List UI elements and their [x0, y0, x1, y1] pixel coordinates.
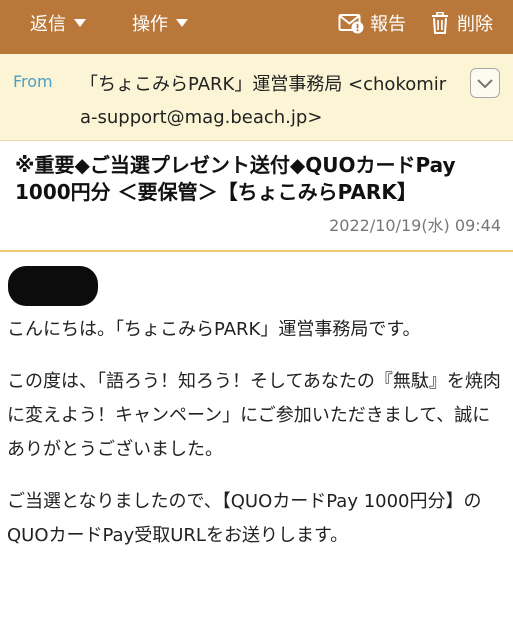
action-label: 操作 [132, 14, 168, 35]
body-paragraph: ご当選となりましたので、【QUOカードPay 1000円分】のQUOカードPay… [7, 491, 482, 546]
delete-button[interactable]: 削除 [431, 0, 493, 46]
expand-chevron-icon [477, 74, 493, 93]
from-header: From 「ちょこみらPARK」運営事務局 <chokomira-support… [0, 54, 513, 141]
chevron-down-icon [175, 18, 189, 28]
redacted-recipient-name [8, 266, 98, 306]
from-label: From [13, 72, 53, 91]
message-subject: ※重要◆ご当選プレゼント送付◆QUOカードPay 1000円分 ＜要保管＞【ちょ… [15, 153, 456, 204]
toolbar: 返信 操作 報告 削除 [0, 0, 513, 54]
chevron-down-icon [73, 18, 87, 28]
reply-menu-button[interactable]: 返信 [30, 0, 87, 46]
report-mail-icon [338, 12, 364, 34]
body-paragraph: この度は、「語ろう！知ろう！そしてあなたの『無駄』を焼肉に変えよう！キャンペーン… [7, 371, 501, 460]
trash-icon [431, 12, 449, 34]
header-divider [0, 250, 513, 252]
message-date: 2022/10/19(水) 09:44 [329, 216, 501, 235]
message-body: こんにちは。「ちょこみらPARK」運営事務局です。 この度は、「語ろう！知ろう！… [7, 313, 507, 571]
action-menu-button[interactable]: 操作 [132, 0, 189, 46]
sender-address: 「ちょこみらPARK」運営事務局 <chokomira-support@mag.… [80, 74, 447, 128]
report-label: 報告 [370, 14, 406, 35]
report-button[interactable]: 報告 [338, 0, 406, 46]
delete-label: 削除 [457, 14, 493, 35]
reply-label: 返信 [30, 14, 66, 35]
body-paragraph: こんにちは。「ちょこみらPARK」運営事務局です。 [7, 319, 421, 340]
expand-header-button[interactable] [470, 68, 500, 98]
